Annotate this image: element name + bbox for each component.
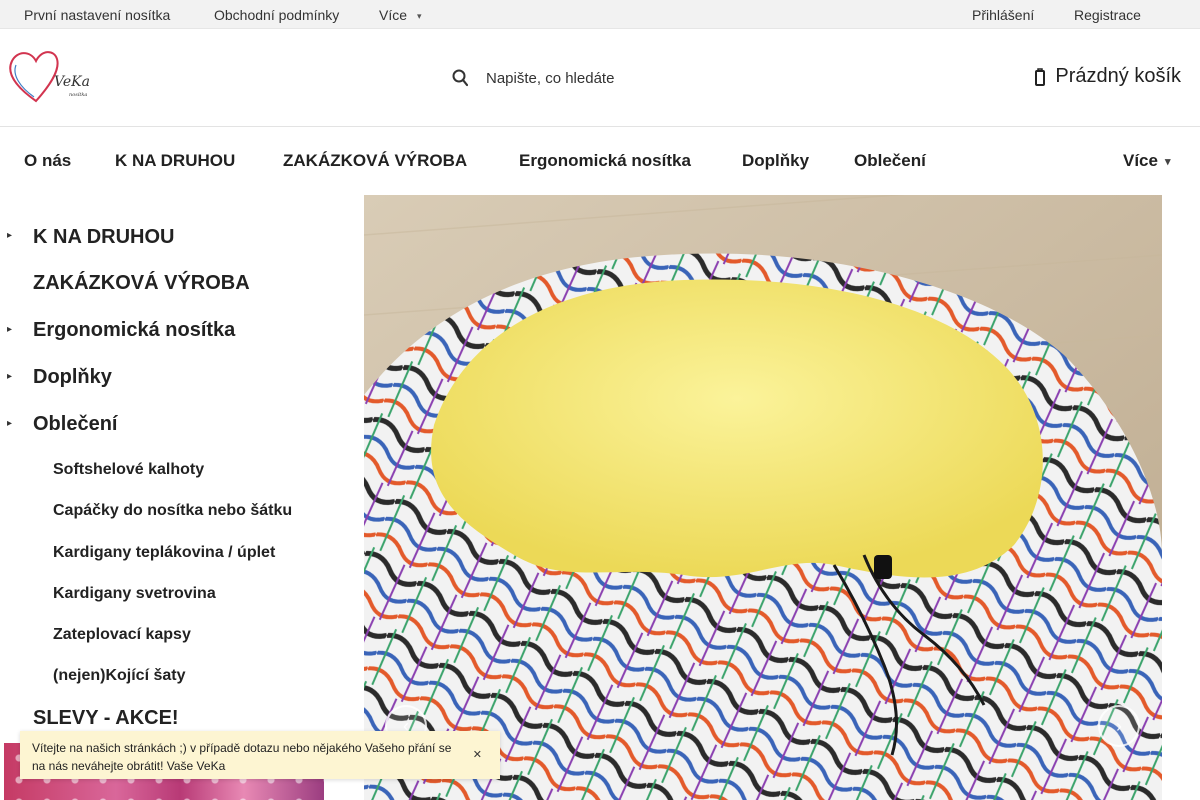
nav-item-custom-production[interactable]: ZAKÁZKOVÁ VÝROBA bbox=[283, 151, 467, 171]
login-link[interactable]: Přihlášení bbox=[972, 7, 1034, 23]
cart-icon bbox=[1035, 67, 1046, 86]
logo-wordmark: VeKa bbox=[54, 74, 90, 90]
welcome-message: Vítejte na našich stránkách ;) v případě… bbox=[32, 741, 452, 773]
product-photo bbox=[364, 195, 1162, 800]
nav-more-label: Více bbox=[1123, 151, 1158, 170]
topbar-more-dropdown[interactable]: Více ▾ bbox=[379, 7, 422, 23]
sidebar-subitem-softshell-pants[interactable]: Softshelové kalhoty bbox=[53, 461, 204, 479]
sidebar-subitem-warming-pockets[interactable]: Zateplovací kapsy bbox=[53, 626, 191, 644]
sidebar-item-label: Oblečení bbox=[33, 413, 118, 435]
sidebar-item-label: Ergonomická nosítka bbox=[33, 319, 236, 341]
chevron-down-icon: ▾ bbox=[1164, 156, 1171, 168]
sidebar-item-label: K NA DRUHOU bbox=[33, 226, 175, 248]
topbar-link-terms[interactable]: Obchodní podmínky bbox=[214, 7, 339, 23]
main-navigation: O nás K NA DRUHOU ZAKÁZKOVÁ VÝROBA Ergon… bbox=[0, 127, 1200, 195]
nav-item-k-na-druhou[interactable]: K NA DRUHOU bbox=[115, 151, 235, 171]
top-utility-bar: První nastavení nosítka Obchodní podmínk… bbox=[0, 0, 1200, 29]
cart-button[interactable]: Prázdný košík bbox=[1035, 65, 1181, 88]
heart-logo-icon: VeKa nosítka bbox=[9, 51, 90, 103]
sidebar-item-label: SLEVY - AKCE! bbox=[33, 707, 179, 729]
search-input[interactable] bbox=[486, 69, 786, 87]
nav-item-about[interactable]: O nás bbox=[24, 151, 71, 171]
sidebar-subitem-carrier-booties[interactable]: Capáčky do nosítka nebo šátku bbox=[53, 502, 292, 520]
slider-next-button[interactable]: › bbox=[1098, 705, 1140, 747]
nav-more-dropdown[interactable]: Více ▾ bbox=[1123, 151, 1171, 171]
logo-subtitle: nosítka bbox=[69, 91, 87, 98]
close-icon[interactable]: ✕ bbox=[473, 748, 482, 761]
sidebar-subitem-nursing-dresses[interactable]: (nejen)Kojící šaty bbox=[53, 667, 185, 685]
topbar-more-label: Více bbox=[379, 7, 408, 23]
sidebar-item-label: ZAKÁZKOVÁ VÝROBA bbox=[33, 272, 250, 294]
hero-slider-image[interactable] bbox=[364, 195, 1162, 800]
collapse-arrow-icon[interactable]: ▸ bbox=[7, 418, 12, 429]
topbar-link-first-setup[interactable]: První nastavení nosítka bbox=[24, 7, 170, 23]
expand-arrow-icon[interactable]: ▸ bbox=[7, 324, 12, 335]
nav-item-accessories[interactable]: Doplňky bbox=[742, 151, 809, 171]
search-bar[interactable] bbox=[452, 65, 786, 91]
expand-arrow-icon[interactable]: ▸ bbox=[7, 230, 12, 241]
site-logo[interactable]: VeKa nosítka bbox=[8, 47, 90, 105]
register-link[interactable]: Registrace bbox=[1074, 7, 1141, 23]
nav-item-ergonomic-carriers[interactable]: Ergonomická nosítka bbox=[519, 151, 691, 171]
sidebar-subitem-cardigans-jersey[interactable]: Kardigany teplákovina / úplet bbox=[53, 544, 275, 562]
chevron-right-icon: › bbox=[1116, 715, 1122, 736]
site-header: VeKa nosítka Prázdný košík bbox=[0, 29, 1200, 127]
nav-item-clothing[interactable]: Oblečení bbox=[854, 151, 926, 171]
chevron-down-icon: ▾ bbox=[417, 11, 422, 21]
sidebar-subitem-cardigans-knit[interactable]: Kardigany svetrovina bbox=[53, 585, 216, 603]
expand-arrow-icon[interactable]: ▸ bbox=[7, 371, 12, 382]
search-icon[interactable] bbox=[452, 69, 468, 87]
sidebar-item-label: Doplňky bbox=[33, 366, 112, 388]
cart-label: Prázdný košík bbox=[1055, 65, 1181, 87]
welcome-notice: Vítejte na našich stránkách ;) v případě… bbox=[20, 731, 500, 779]
